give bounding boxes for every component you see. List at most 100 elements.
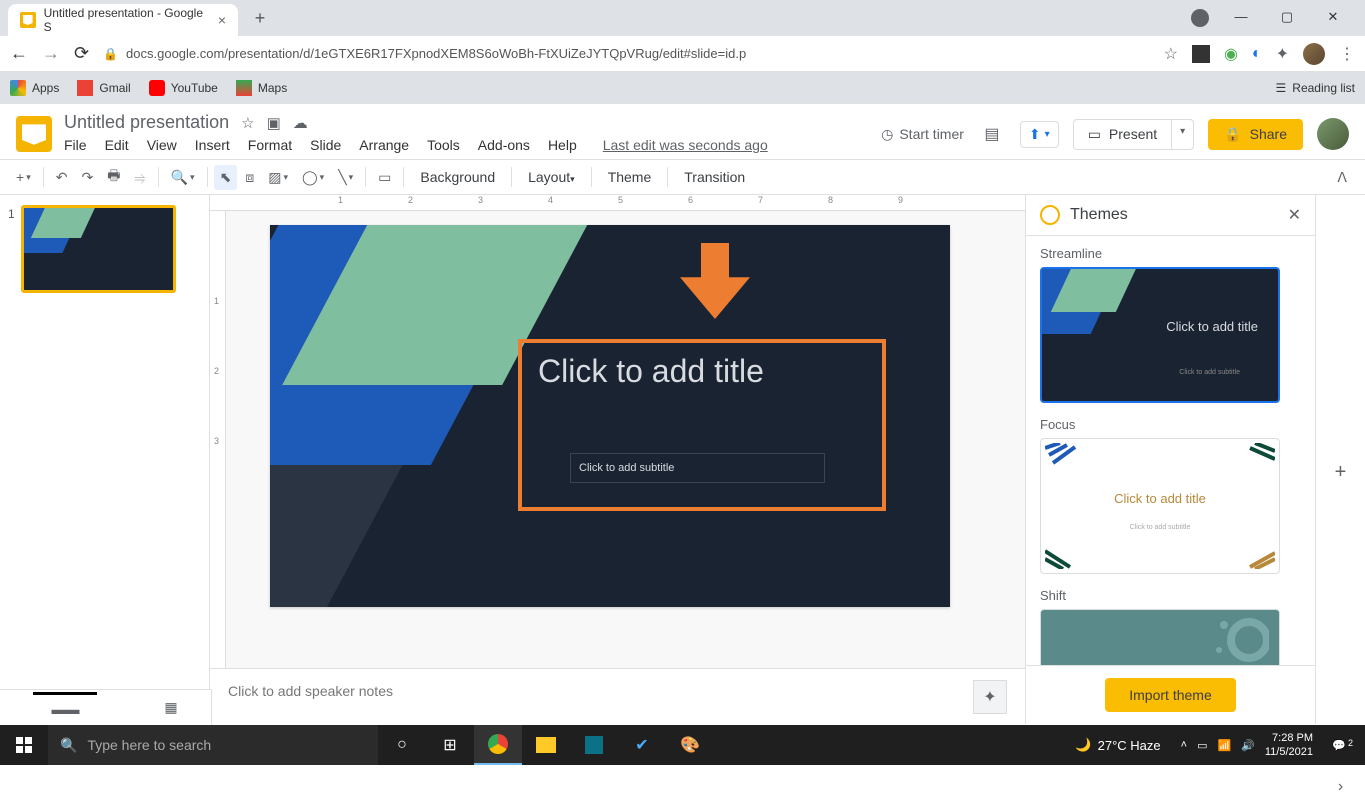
- minimize-icon[interactable]: —: [1227, 9, 1255, 27]
- account-avatar[interactable]: [1317, 118, 1349, 150]
- new-slide-button[interactable]: +▾: [10, 165, 37, 189]
- title-placeholder[interactable]: Click to add title: [538, 353, 764, 390]
- subtitle-placeholder[interactable]: Click to add subtitle: [570, 453, 825, 483]
- line-tool[interactable]: ╲▾: [332, 165, 359, 190]
- textbox-tool[interactable]: ⧈: [239, 165, 260, 190]
- move-document-icon[interactable]: ▣: [267, 114, 281, 132]
- menu-help[interactable]: Help: [548, 137, 577, 153]
- chrome-menu-icon[interactable]: ⋮: [1339, 44, 1355, 64]
- app-taskbar-icon-1[interactable]: [570, 725, 618, 765]
- app-taskbar-icon-2[interactable]: ✔: [618, 725, 666, 765]
- last-edit-status[interactable]: Last edit was seconds ago: [603, 137, 768, 153]
- shape-tool[interactable]: ◯▾: [296, 165, 330, 190]
- cortana-icon[interactable]: ○: [378, 725, 426, 765]
- weather-widget[interactable]: 🌙27°C Haze: [1075, 737, 1160, 753]
- paint-taskbar-icon[interactable]: 🎨: [666, 725, 714, 765]
- print-button[interactable]: 🖶: [101, 161, 126, 193]
- start-timer-button[interactable]: ◷Start timer: [881, 126, 964, 143]
- star-document-icon[interactable]: ☆: [241, 114, 254, 132]
- filmstrip-view-icon[interactable]: ▬▬: [33, 692, 97, 723]
- reading-list-button[interactable]: ☰Reading list: [1276, 81, 1355, 95]
- star-icon[interactable]: ☆: [1164, 44, 1178, 64]
- taskbar-search[interactable]: 🔍Type here to search: [48, 725, 378, 765]
- present-button[interactable]: ▭Present: [1074, 120, 1171, 149]
- task-view-icon[interactable]: ⊞: [426, 725, 474, 765]
- image-tool[interactable]: ▨▾: [262, 165, 294, 190]
- browser-tab[interactable]: Untitled presentation - Google S ×: [8, 4, 238, 36]
- zoom-button[interactable]: 🔍▾: [165, 165, 201, 190]
- explorer-taskbar-icon[interactable]: [522, 725, 570, 765]
- background-button[interactable]: Background: [410, 165, 505, 189]
- speaker-notes-input[interactable]: Click to add speaker notes: [210, 668, 1025, 724]
- profile-avatar[interactable]: [1303, 43, 1325, 65]
- menu-file[interactable]: File: [64, 137, 87, 153]
- volume-icon[interactable]: 🔊: [1241, 739, 1255, 752]
- comments-button[interactable]: ▤: [978, 120, 1006, 148]
- hide-side-panel-icon[interactable]: ›: [1338, 778, 1343, 796]
- gmail-icon: [77, 80, 93, 96]
- maximize-icon[interactable]: ▢: [1273, 9, 1301, 27]
- menu-slide[interactable]: Slide: [310, 137, 341, 153]
- reload-button[interactable]: ⟳: [74, 43, 89, 64]
- start-button[interactable]: [0, 725, 48, 765]
- layout-button[interactable]: Layout▾: [518, 165, 585, 189]
- undo-button[interactable]: ↶: [50, 165, 74, 190]
- add-addon-button[interactable]: +: [1335, 461, 1347, 484]
- battery-icon[interactable]: ▭: [1197, 739, 1207, 752]
- upload-button[interactable]: ⬆▾: [1020, 121, 1059, 148]
- close-window-icon[interactable]: ✕: [1319, 9, 1347, 27]
- paint-format-button[interactable]: ⥤: [128, 165, 151, 190]
- user-menu-icon[interactable]: [1191, 9, 1209, 27]
- present-dropdown[interactable]: ▾: [1171, 120, 1193, 149]
- menu-view[interactable]: View: [147, 137, 177, 153]
- close-tab-icon[interactable]: ×: [218, 12, 226, 28]
- theme-shift[interactable]: [1040, 609, 1280, 665]
- theme-streamline[interactable]: Click to add title Click to add subtitle: [1040, 267, 1280, 403]
- url-bar[interactable]: 🔒 docs.google.com/presentation/d/1eGTXE6…: [103, 46, 1150, 61]
- extensions-icon[interactable]: ✦: [1276, 44, 1289, 64]
- grid-view-icon[interactable]: ▦: [164, 699, 177, 716]
- explore-button[interactable]: ✦: [973, 680, 1007, 714]
- select-tool[interactable]: ⬉: [214, 165, 238, 190]
- gmail-bookmark[interactable]: Gmail: [77, 80, 130, 96]
- collapse-toolbar-icon[interactable]: ᐱ: [1337, 169, 1355, 186]
- close-panel-icon[interactable]: ✕: [1288, 205, 1301, 225]
- transition-button[interactable]: Transition: [674, 165, 755, 189]
- ext-1-icon[interactable]: [1192, 45, 1210, 63]
- toolbar: +▾ ↶ ↷ 🖶 ⥤ 🔍▾ ⬉ ⧈ ▨▾ ◯▾ ╲▾ ▭ Background …: [0, 159, 1365, 195]
- ext-3-icon[interactable]: ◐: [1252, 45, 1262, 63]
- menu-format[interactable]: Format: [248, 137, 292, 153]
- redo-button[interactable]: ↷: [75, 165, 99, 190]
- back-button[interactable]: ←: [10, 43, 28, 64]
- slide-thumbnail-1[interactable]: [21, 205, 176, 293]
- clock[interactable]: 7:28 PM 11/5/2021: [1265, 731, 1313, 760]
- share-button[interactable]: 🔒Share: [1208, 119, 1303, 150]
- menu-addons[interactable]: Add-ons: [478, 137, 530, 153]
- slide-canvas[interactable]: Click to add title Click to add subtitle: [270, 225, 950, 607]
- menu-arrange[interactable]: Arrange: [359, 137, 409, 153]
- side-addons-panel: + ›: [1315, 195, 1365, 724]
- menu-edit[interactable]: Edit: [105, 137, 129, 153]
- menu-insert[interactable]: Insert: [195, 137, 230, 153]
- vertical-ruler: 1 2 3: [210, 211, 226, 724]
- forward-button[interactable]: →: [42, 43, 60, 64]
- cloud-status-icon[interactable]: ☁: [293, 114, 308, 132]
- slides-logo-icon[interactable]: [16, 116, 52, 152]
- ext-2-icon[interactable]: ◉: [1224, 44, 1238, 64]
- chrome-taskbar-icon[interactable]: [474, 725, 522, 765]
- menu-tools[interactable]: Tools: [427, 137, 460, 153]
- new-tab-button[interactable]: +: [246, 4, 274, 32]
- notifications-icon[interactable]: 💬2: [1323, 739, 1355, 752]
- theme-button[interactable]: Theme: [598, 165, 662, 189]
- apps-bookmark[interactable]: Apps: [10, 80, 59, 96]
- theme-focus[interactable]: Click to add title Click to add subtitle: [1040, 438, 1280, 574]
- import-theme-button[interactable]: Import theme: [1105, 678, 1235, 712]
- document-title[interactable]: Untitled presentation: [64, 112, 229, 133]
- wifi-icon[interactable]: 📶: [1217, 739, 1231, 752]
- horizontal-ruler: 1 2 3 4 5 6 7 8 9: [210, 195, 1025, 211]
- maps-bookmark[interactable]: Maps: [236, 80, 287, 96]
- comment-tool[interactable]: ▭: [372, 165, 397, 190]
- youtube-bookmark[interactable]: YouTube: [149, 80, 218, 96]
- tray-expand-icon[interactable]: ˄: [1181, 739, 1187, 751]
- search-icon: 🔍: [60, 737, 77, 754]
